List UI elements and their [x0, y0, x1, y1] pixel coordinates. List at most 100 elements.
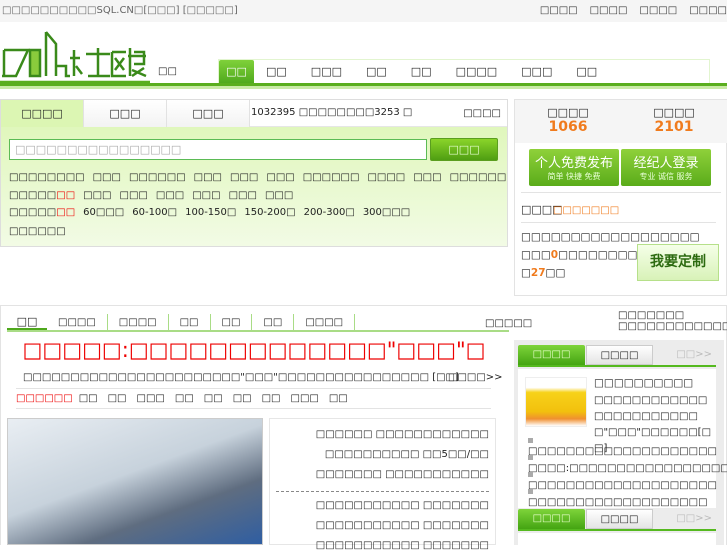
- tag-link[interactable]: □□: [329, 393, 348, 404]
- quick-link[interactable]: □□□: [265, 190, 293, 201]
- more-link[interactable]: □□>>: [676, 513, 712, 524]
- quick-link[interactable]: □□□□: [367, 172, 405, 183]
- news-tabs-right[interactable]: □□□□□: [485, 318, 532, 329]
- news-tab[interactable]: □□: [211, 314, 253, 331]
- site-logo[interactable]: [0, 30, 150, 84]
- tag-link[interactable]: □□□: [137, 393, 165, 404]
- row-hot: □□: [56, 207, 76, 218]
- custom-count: 0: [550, 249, 559, 261]
- tag-link[interactable]: □□: [233, 393, 252, 404]
- quick-link[interactable]: □□□: [83, 190, 111, 201]
- nav-item[interactable]: □□□: [299, 60, 354, 84]
- side-tab[interactable]: □□□□: [518, 345, 585, 365]
- tag-label: □□□□□□: [16, 393, 73, 404]
- quick-row-price: □□□□□□□ □□□ □□□ □□□ □□□ □□□ □□□: [9, 190, 301, 201]
- tag-link[interactable]: □□: [108, 393, 127, 404]
- nav-item[interactable]: □□: [564, 60, 609, 84]
- map-search-link[interactable]: □□□□□□: [9, 226, 66, 237]
- quick-link[interactable]: □□□□□□: [303, 172, 360, 183]
- stats-link[interactable]: □□□□: [463, 100, 501, 127]
- side-tab[interactable]: □□□□: [586, 345, 653, 365]
- news-tab[interactable]: □□: [7, 313, 47, 330]
- news-item[interactable]: □□□□□□□□□□□ □□□□□□□: [270, 516, 489, 536]
- quick-link[interactable]: □□□: [93, 172, 121, 183]
- quick-link[interactable]: 60-100□: [132, 207, 177, 218]
- welcome-text: □□□□□□□□□□SQL.CN□[□□□] [□□□□□]: [2, 5, 238, 16]
- news-item[interactable]: □□□□□□□ □□□□□□□□□□□: [270, 465, 489, 485]
- search-tab[interactable]: □□□: [84, 100, 167, 127]
- news-tab[interactable]: □□□□: [294, 314, 356, 331]
- stat-value: 1066: [548, 119, 588, 135]
- custom-button[interactable]: 我要定制: [637, 244, 719, 281]
- quick-link[interactable]: 150-200□: [244, 207, 295, 218]
- search-tab[interactable]: □□□: [167, 100, 250, 127]
- feature-title[interactable]: □□□□□□□□□□: [594, 377, 693, 389]
- news-item[interactable]: □□□□□□□□□□□ □□□□□□□: [270, 536, 489, 556]
- quick-link[interactable]: □□□: [194, 172, 222, 183]
- top-link[interactable]: □□□□: [540, 5, 578, 16]
- quick-link[interactable]: □□□: [229, 190, 257, 201]
- more-link[interactable]: □□>>: [676, 349, 712, 360]
- stat-label: □□□□: [653, 106, 695, 119]
- nav-item[interactable]: □□: [219, 60, 254, 84]
- quick-link[interactable]: □□□: [192, 190, 220, 201]
- quick-link[interactable]: 100-150□: [185, 207, 236, 218]
- nav-item[interactable]: □□□: [509, 60, 564, 84]
- quick-link[interactable]: □□□: [230, 172, 258, 183]
- nav-item[interactable]: □□: [354, 60, 399, 84]
- nav-item[interactable]: □□: [399, 60, 444, 84]
- news-list: □□□□□□ □□□□□□□□□□□□ □□□□□□□□□□ □□5□□/□□ …: [269, 418, 496, 551]
- tag-link[interactable]: □□: [79, 393, 98, 404]
- nav-item[interactable]: □□□□: [444, 60, 510, 84]
- news-item[interactable]: □□□□□□ □□□□□□□□□□□□: [270, 425, 489, 445]
- top-link[interactable]: □□□□: [639, 5, 677, 16]
- button-sub: 专业 诚信 服务: [639, 172, 693, 181]
- news-tab[interactable]: □□: [252, 314, 295, 331]
- feature-image[interactable]: [525, 377, 587, 427]
- listing-stats: 1032395 □□□□□□□□3253 □: [251, 107, 413, 118]
- city-label[interactable]: □□: [158, 66, 177, 77]
- side-tab[interactable]: □□□□: [518, 509, 585, 529]
- tag-link[interactable]: □□: [175, 393, 194, 404]
- stat-box: □□□□ 2101: [621, 100, 727, 143]
- quick-row-area: □□□□□□□□ □□□ □□□□□□ □□□ □□□ □□□ □□□□□□ □□□□ □□□ □…: [9, 172, 514, 183]
- news-tab[interactable]: □□□□: [47, 314, 108, 331]
- free-publish-button[interactable]: 个人免费发布 简单 快捷 免费: [529, 149, 619, 186]
- tag-link[interactable]: □□: [204, 393, 223, 404]
- custom-text: □: [521, 267, 531, 279]
- row-label: □□□□□: [9, 207, 57, 218]
- top-link[interactable]: □□□□: [590, 5, 628, 16]
- custom-link[interactable]: □□□□□□□: [553, 205, 619, 216]
- quick-link[interactable]: □□□: [120, 190, 148, 201]
- quick-link[interactable]: □□□: [156, 190, 184, 201]
- headline-summary[interactable]: □□□□□□□□□□□□□□□□□□□□□□□"□□□"□□□□□□□□□□□□…: [23, 372, 459, 383]
- quick-link[interactable]: 300□□□: [363, 207, 410, 218]
- news-item[interactable]: □□□□□□□□□□□ □□□□□□□: [270, 496, 489, 516]
- quick-link[interactable]: □□□□□□: [129, 172, 186, 183]
- tag-link[interactable]: □□: [262, 393, 281, 404]
- quick-link[interactable]: □□□□□□: [450, 172, 507, 183]
- quick-link[interactable]: □□□: [266, 172, 294, 183]
- news-tab[interactable]: □□: [169, 314, 211, 331]
- quick-link[interactable]: □□□: [413, 172, 441, 183]
- search-input[interactable]: □□□□□□□□□□□□□□□□: [9, 139, 427, 160]
- row-label: □□□□□: [9, 190, 57, 201]
- summary-more-link[interactable]: □□□□>>: [448, 372, 503, 383]
- headline[interactable]: □□□□□:□□□□□□□□□□□□□"□□□"□: [0, 338, 508, 362]
- search-button[interactable]: □□□: [430, 138, 498, 161]
- quick-link[interactable]: 60□□□: [83, 207, 124, 218]
- search-panel: □□□□ □□□ □□□ 1032395 □□□□□□□□3253 □ □□□□…: [0, 99, 508, 247]
- side-tab[interactable]: □□□□: [586, 509, 653, 529]
- news-tab[interactable]: □□□□: [108, 314, 169, 331]
- search-tab[interactable]: □□□□: [1, 100, 84, 127]
- agent-login-button[interactable]: 经纪人登录 专业 诚信 服务: [621, 149, 711, 186]
- row-hot: □□: [56, 190, 76, 201]
- tag-link[interactable]: □□□: [291, 393, 319, 404]
- news-item[interactable]: □□□□□□□□□□ □□5□□/□□: [270, 445, 489, 465]
- top-link[interactable]: □□□□: [689, 5, 727, 16]
- side-list-item[interactable]: □□□□□□□□□□□□□□□□□□□: [528, 486, 716, 508]
- nav-item[interactable]: □□: [254, 60, 299, 84]
- top-right-links[interactable]: □□□□□□□ □□□□□□□□□□□□: [618, 310, 727, 332]
- news-photo[interactable]: [7, 418, 263, 545]
- quick-link[interactable]: 200-300□: [304, 207, 355, 218]
